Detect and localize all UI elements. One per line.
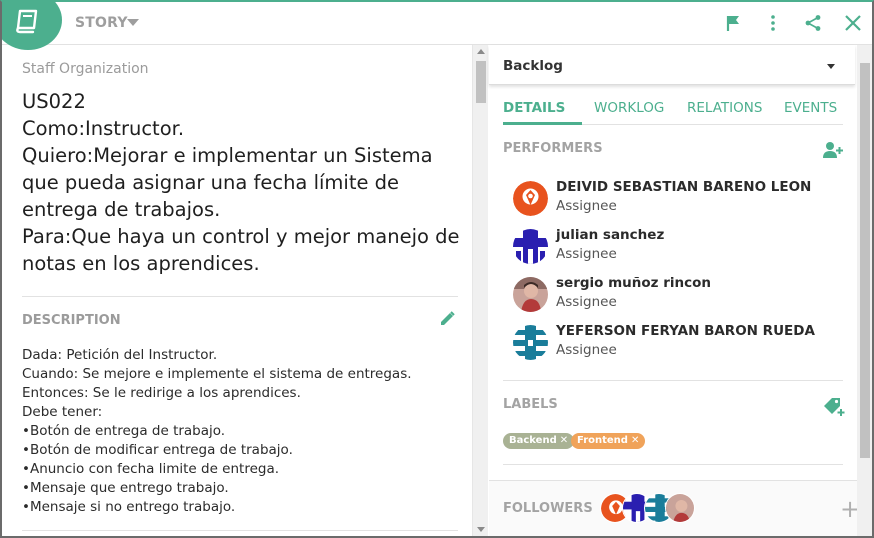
tab-events[interactable]: EVENTS bbox=[784, 100, 837, 116]
organization-name: Staff Organization bbox=[22, 61, 149, 77]
flag-icon[interactable] bbox=[724, 14, 742, 32]
tab-relations[interactable]: RELATIONS bbox=[687, 100, 762, 116]
edit-icon[interactable] bbox=[438, 310, 456, 328]
description-line: •Botón de modificar entrega de trabajo. bbox=[22, 442, 293, 458]
label-text: Frontend bbox=[577, 435, 628, 446]
divider bbox=[22, 296, 458, 297]
performer-item[interactable]: sergio muñoz rincon Assignee bbox=[513, 275, 833, 315]
description-line: Debe tener: bbox=[22, 404, 103, 420]
description-line: •Botón de entrega de trabajo. bbox=[22, 423, 226, 439]
label-text: Backend bbox=[509, 435, 557, 446]
story-line: Quiero:Mejorar e implementar un Sistema … bbox=[22, 144, 433, 221]
performer-role: Assignee bbox=[556, 246, 617, 262]
performer-name: YEFERSON FERYAN BARON RUEDA bbox=[556, 323, 815, 339]
teal-pattern-avatar-icon bbox=[513, 325, 548, 360]
performer-item[interactable]: DEIVID SEBASTIAN BARENO LEON Assignee bbox=[513, 179, 833, 219]
performer-item[interactable]: julian sanchez Assignee bbox=[513, 227, 833, 267]
story-dialog: STORY Staff Organization US022 Como:Inst… bbox=[0, 0, 874, 538]
more-vert-icon[interactable] bbox=[764, 14, 782, 32]
dialog-header: STORY bbox=[2, 2, 872, 50]
divider bbox=[503, 380, 843, 381]
description-line: •Anuncio con fecha limite de entrega. bbox=[22, 461, 280, 477]
labels-title: LABELS bbox=[503, 397, 558, 412]
left-scrollbar[interactable] bbox=[472, 45, 488, 536]
performer-role: Assignee bbox=[556, 198, 617, 214]
book-icon bbox=[2, 2, 62, 50]
follower-avatar-photo[interactable] bbox=[665, 493, 695, 523]
description-line: •Mensaje que entrego trabajo. bbox=[22, 480, 229, 496]
story-content-pane: Staff Organization US022 Como:Instructor… bbox=[2, 45, 472, 536]
description-line: •Mensaje si no entrego trabajo. bbox=[22, 499, 236, 515]
tab-bar: DETAILS WORKLOG RELATIONS EVENTS bbox=[503, 98, 843, 125]
label-chip[interactable]: Frontend ✕ bbox=[571, 433, 646, 449]
story-line: Para:Que haya un control y mejor manejo … bbox=[22, 225, 460, 275]
photo-avatar-icon bbox=[513, 277, 548, 312]
followers-title: FOLLOWERS bbox=[503, 501, 593, 516]
scroll-down-icon[interactable] bbox=[477, 527, 485, 532]
status-value: Backlog bbox=[503, 58, 563, 74]
performer-name: julian sanchez bbox=[556, 227, 665, 243]
add-label-icon[interactable] bbox=[823, 397, 845, 417]
label-chip[interactable]: Backend ✕ bbox=[503, 433, 575, 449]
chevron-down-icon bbox=[827, 64, 835, 69]
description-line: Entonces: Se le redirige a los aprendice… bbox=[22, 385, 301, 401]
divider bbox=[22, 530, 458, 531]
scroll-thumb[interactable] bbox=[476, 61, 486, 103]
add-performer-icon[interactable] bbox=[823, 141, 843, 159]
right-scrollbar[interactable] bbox=[857, 45, 872, 536]
performer-item[interactable]: YEFERSON FERYAN BARON RUEDA Assignee bbox=[513, 323, 833, 363]
performer-role: Assignee bbox=[556, 342, 617, 358]
divider bbox=[503, 464, 843, 465]
followers-section: FOLLOWERS + bbox=[489, 480, 860, 536]
orange-avatar-icon bbox=[513, 181, 548, 216]
story-line: Como:Instructor. bbox=[22, 117, 185, 140]
chevron-down-icon[interactable] bbox=[127, 19, 139, 26]
details-pane: Backlog DETAILS WORKLOG RELATIONS EVENTS… bbox=[489, 45, 860, 536]
remove-label-icon[interactable]: ✕ bbox=[560, 435, 568, 446]
scroll-thumb[interactable] bbox=[860, 63, 870, 458]
description-line: Dada: Petición del Instructor. bbox=[22, 347, 218, 363]
performer-role: Assignee bbox=[556, 294, 617, 310]
scroll-up-icon[interactable] bbox=[477, 49, 485, 54]
share-icon[interactable] bbox=[804, 14, 822, 32]
description-body[interactable]: Dada: Petición del Instructor. Cuando: S… bbox=[22, 346, 462, 517]
performers-title: PERFORMERS bbox=[503, 141, 603, 156]
remove-label-icon[interactable]: ✕ bbox=[631, 435, 639, 446]
status-select[interactable]: Backlog bbox=[489, 45, 855, 85]
close-icon[interactable] bbox=[844, 14, 862, 32]
description-title: DESCRIPTION bbox=[22, 313, 121, 328]
tab-worklog[interactable]: WORKLOG bbox=[594, 100, 664, 116]
story-line: US022 bbox=[22, 90, 86, 113]
performer-name: DEIVID SEBASTIAN BARENO LEON bbox=[556, 179, 812, 195]
active-tab-indicator bbox=[503, 122, 582, 125]
tab-details[interactable]: DETAILS bbox=[503, 100, 565, 116]
performer-name: sergio muñoz rincon bbox=[556, 275, 712, 291]
blue-pattern-avatar-icon bbox=[513, 229, 548, 264]
description-line: Cuando: Se mejore e implemente el sistem… bbox=[22, 366, 412, 382]
issue-type-label[interactable]: STORY bbox=[75, 15, 128, 31]
story-summary[interactable]: US022 Como:Instructor. Quiero:Mejorar e … bbox=[22, 88, 462, 277]
